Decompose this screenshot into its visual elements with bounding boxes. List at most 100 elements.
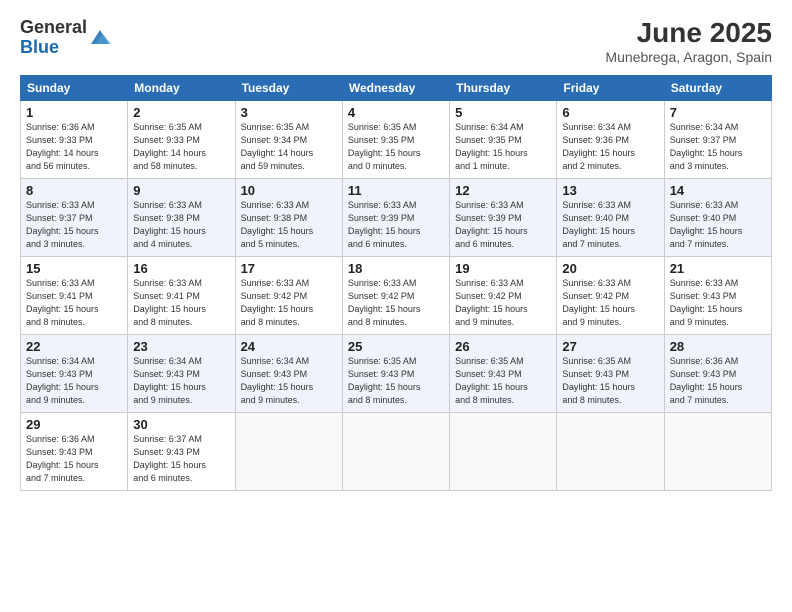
- calendar-cell: 18Sunrise: 6:33 AM Sunset: 9:42 PM Dayli…: [342, 256, 449, 334]
- day-number: 1: [26, 105, 122, 120]
- calendar-cell: 27Sunrise: 6:35 AM Sunset: 9:43 PM Dayli…: [557, 334, 664, 412]
- calendar-week-5: 29Sunrise: 6:36 AM Sunset: 9:43 PM Dayli…: [21, 412, 772, 490]
- day-detail: Sunrise: 6:34 AM Sunset: 9:37 PM Dayligh…: [670, 121, 766, 173]
- day-number: 13: [562, 183, 658, 198]
- calendar-cell: 10Sunrise: 6:33 AM Sunset: 9:38 PM Dayli…: [235, 178, 342, 256]
- day-number: 18: [348, 261, 444, 276]
- day-detail: Sunrise: 6:34 AM Sunset: 9:36 PM Dayligh…: [562, 121, 658, 173]
- day-detail: Sunrise: 6:33 AM Sunset: 9:42 PM Dayligh…: [348, 277, 444, 329]
- calendar-cell: 19Sunrise: 6:33 AM Sunset: 9:42 PM Dayli…: [450, 256, 557, 334]
- day-detail: Sunrise: 6:33 AM Sunset: 9:40 PM Dayligh…: [670, 199, 766, 251]
- day-number: 24: [241, 339, 337, 354]
- day-detail: Sunrise: 6:35 AM Sunset: 9:43 PM Dayligh…: [348, 355, 444, 407]
- day-number: 27: [562, 339, 658, 354]
- calendar-cell: 22Sunrise: 6:34 AM Sunset: 9:43 PM Dayli…: [21, 334, 128, 412]
- day-detail: Sunrise: 6:35 AM Sunset: 9:33 PM Dayligh…: [133, 121, 229, 173]
- col-header-friday: Friday: [557, 75, 664, 100]
- day-detail: Sunrise: 6:36 AM Sunset: 9:43 PM Dayligh…: [26, 433, 122, 485]
- logo-icon: [89, 26, 111, 48]
- day-detail: Sunrise: 6:35 AM Sunset: 9:43 PM Dayligh…: [562, 355, 658, 407]
- calendar-cell: 4Sunrise: 6:35 AM Sunset: 9:35 PM Daylig…: [342, 100, 449, 178]
- day-number: 16: [133, 261, 229, 276]
- day-number: 28: [670, 339, 766, 354]
- calendar-header-row: SundayMondayTuesdayWednesdayThursdayFrid…: [21, 75, 772, 100]
- calendar-cell: 7Sunrise: 6:34 AM Sunset: 9:37 PM Daylig…: [664, 100, 771, 178]
- calendar-cell: 21Sunrise: 6:33 AM Sunset: 9:43 PM Dayli…: [664, 256, 771, 334]
- day-detail: Sunrise: 6:33 AM Sunset: 9:40 PM Dayligh…: [562, 199, 658, 251]
- day-number: 7: [670, 105, 766, 120]
- col-header-saturday: Saturday: [664, 75, 771, 100]
- calendar-cell: 28Sunrise: 6:36 AM Sunset: 9:43 PM Dayli…: [664, 334, 771, 412]
- day-detail: Sunrise: 6:36 AM Sunset: 9:43 PM Dayligh…: [670, 355, 766, 407]
- calendar-cell: 5Sunrise: 6:34 AM Sunset: 9:35 PM Daylig…: [450, 100, 557, 178]
- day-number: 23: [133, 339, 229, 354]
- calendar-cell: 13Sunrise: 6:33 AM Sunset: 9:40 PM Dayli…: [557, 178, 664, 256]
- day-detail: Sunrise: 6:33 AM Sunset: 9:42 PM Dayligh…: [562, 277, 658, 329]
- calendar-cell: [664, 412, 771, 490]
- day-detail: Sunrise: 6:33 AM Sunset: 9:38 PM Dayligh…: [133, 199, 229, 251]
- day-detail: Sunrise: 6:34 AM Sunset: 9:43 PM Dayligh…: [26, 355, 122, 407]
- day-number: 11: [348, 183, 444, 198]
- calendar-cell: 17Sunrise: 6:33 AM Sunset: 9:42 PM Dayli…: [235, 256, 342, 334]
- day-detail: Sunrise: 6:33 AM Sunset: 9:39 PM Dayligh…: [348, 199, 444, 251]
- day-number: 14: [670, 183, 766, 198]
- calendar-table: SundayMondayTuesdayWednesdayThursdayFrid…: [20, 75, 772, 491]
- calendar-cell: 16Sunrise: 6:33 AM Sunset: 9:41 PM Dayli…: [128, 256, 235, 334]
- calendar-cell: 9Sunrise: 6:33 AM Sunset: 9:38 PM Daylig…: [128, 178, 235, 256]
- day-number: 2: [133, 105, 229, 120]
- calendar-cell: [235, 412, 342, 490]
- day-number: 25: [348, 339, 444, 354]
- day-number: 30: [133, 417, 229, 432]
- calendar-cell: 11Sunrise: 6:33 AM Sunset: 9:39 PM Dayli…: [342, 178, 449, 256]
- day-detail: Sunrise: 6:33 AM Sunset: 9:42 PM Dayligh…: [241, 277, 337, 329]
- calendar-cell: 6Sunrise: 6:34 AM Sunset: 9:36 PM Daylig…: [557, 100, 664, 178]
- day-detail: Sunrise: 6:35 AM Sunset: 9:34 PM Dayligh…: [241, 121, 337, 173]
- calendar-cell: 1Sunrise: 6:36 AM Sunset: 9:33 PM Daylig…: [21, 100, 128, 178]
- day-number: 26: [455, 339, 551, 354]
- calendar-cell: [342, 412, 449, 490]
- logo-blue: Blue: [20, 37, 59, 57]
- day-detail: Sunrise: 6:36 AM Sunset: 9:33 PM Dayligh…: [26, 121, 122, 173]
- calendar-cell: [557, 412, 664, 490]
- day-number: 8: [26, 183, 122, 198]
- calendar-week-2: 8Sunrise: 6:33 AM Sunset: 9:37 PM Daylig…: [21, 178, 772, 256]
- day-detail: Sunrise: 6:33 AM Sunset: 9:38 PM Dayligh…: [241, 199, 337, 251]
- calendar-cell: 29Sunrise: 6:36 AM Sunset: 9:43 PM Dayli…: [21, 412, 128, 490]
- calendar-cell: [450, 412, 557, 490]
- day-detail: Sunrise: 6:33 AM Sunset: 9:41 PM Dayligh…: [26, 277, 122, 329]
- day-number: 10: [241, 183, 337, 198]
- day-detail: Sunrise: 6:34 AM Sunset: 9:43 PM Dayligh…: [241, 355, 337, 407]
- calendar-cell: 30Sunrise: 6:37 AM Sunset: 9:43 PM Dayli…: [128, 412, 235, 490]
- day-detail: Sunrise: 6:37 AM Sunset: 9:43 PM Dayligh…: [133, 433, 229, 485]
- col-header-sunday: Sunday: [21, 75, 128, 100]
- calendar-cell: 23Sunrise: 6:34 AM Sunset: 9:43 PM Dayli…: [128, 334, 235, 412]
- calendar-cell: 8Sunrise: 6:33 AM Sunset: 9:37 PM Daylig…: [21, 178, 128, 256]
- calendar-cell: 25Sunrise: 6:35 AM Sunset: 9:43 PM Dayli…: [342, 334, 449, 412]
- col-header-thursday: Thursday: [450, 75, 557, 100]
- calendar-subtitle: Munebrega, Aragon, Spain: [605, 49, 772, 65]
- day-number: 4: [348, 105, 444, 120]
- day-detail: Sunrise: 6:34 AM Sunset: 9:35 PM Dayligh…: [455, 121, 551, 173]
- calendar-cell: 26Sunrise: 6:35 AM Sunset: 9:43 PM Dayli…: [450, 334, 557, 412]
- day-detail: Sunrise: 6:33 AM Sunset: 9:43 PM Dayligh…: [670, 277, 766, 329]
- day-number: 5: [455, 105, 551, 120]
- logo-general: General: [20, 17, 87, 37]
- day-detail: Sunrise: 6:35 AM Sunset: 9:43 PM Dayligh…: [455, 355, 551, 407]
- col-header-wednesday: Wednesday: [342, 75, 449, 100]
- calendar-cell: 12Sunrise: 6:33 AM Sunset: 9:39 PM Dayli…: [450, 178, 557, 256]
- day-detail: Sunrise: 6:35 AM Sunset: 9:35 PM Dayligh…: [348, 121, 444, 173]
- calendar-cell: 24Sunrise: 6:34 AM Sunset: 9:43 PM Dayli…: [235, 334, 342, 412]
- title-block: June 2025 Munebrega, Aragon, Spain: [605, 18, 772, 65]
- calendar-week-4: 22Sunrise: 6:34 AM Sunset: 9:43 PM Dayli…: [21, 334, 772, 412]
- day-number: 21: [670, 261, 766, 276]
- col-header-monday: Monday: [128, 75, 235, 100]
- logo: General Blue: [20, 18, 111, 58]
- page: General Blue June 2025 Munebrega, Aragon…: [0, 0, 792, 612]
- day-number: 6: [562, 105, 658, 120]
- calendar-title: June 2025: [605, 18, 772, 49]
- day-detail: Sunrise: 6:33 AM Sunset: 9:37 PM Dayligh…: [26, 199, 122, 251]
- calendar-cell: 2Sunrise: 6:35 AM Sunset: 9:33 PM Daylig…: [128, 100, 235, 178]
- day-number: 12: [455, 183, 551, 198]
- calendar-cell: 15Sunrise: 6:33 AM Sunset: 9:41 PM Dayli…: [21, 256, 128, 334]
- day-number: 9: [133, 183, 229, 198]
